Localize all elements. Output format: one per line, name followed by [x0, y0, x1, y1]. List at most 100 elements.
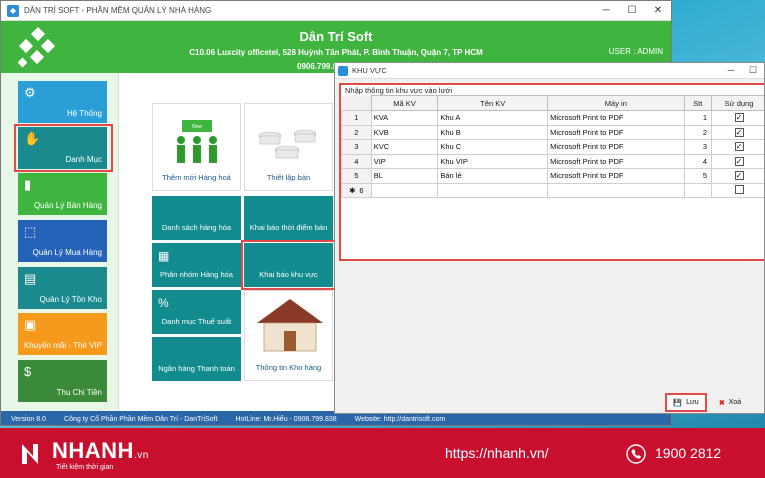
maximize-icon[interactable]: ☐ — [742, 65, 764, 76]
row-number: 4 — [341, 153, 372, 169]
column-header-ma-kv[interactable]: Mã KV — [370, 95, 439, 111]
website-url[interactable]: https://nhanh.vn/ — [445, 445, 549, 461]
sidebar-item-label: Quản Lý Tồn Kho — [39, 295, 102, 304]
cell-may-in[interactable]: Microsoft Print to PDF — [547, 124, 685, 140]
cell-su-dung[interactable]: ✓ — [711, 110, 764, 126]
cell-ten-kv[interactable]: Khu A — [437, 110, 549, 126]
tile-danh-muc-thue-suat[interactable]: % Danh mục Thuế suất — [152, 290, 241, 334]
checked-checkbox-icon[interactable]: ✓ — [734, 142, 744, 152]
cell-stt[interactable] — [683, 182, 713, 198]
selection-highlight — [14, 124, 113, 172]
column-header-stt[interactable]: Stt — [683, 95, 713, 111]
cell-may-in[interactable]: Microsoft Print to PDF — [547, 168, 685, 184]
sidebar-item-quan-ly-ban-hang[interactable]: ▮ Quản Lý Bán Hàng — [18, 173, 107, 215]
checked-checkbox-icon[interactable]: ✓ — [734, 156, 744, 166]
company-address: C10.06 Luxcity officetel, 528 Huỳnh Tấn … — [189, 48, 483, 57]
cell-stt[interactable]: 4 — [683, 153, 713, 169]
grid-caption: Nhập thông tin khu vực vào lưới — [345, 86, 453, 95]
cell-ma-kv[interactable]: KVA — [370, 110, 439, 126]
table-row[interactable]: 2 KVB Khu B Microsoft Print to PDF 2 ✓ — [341, 124, 764, 140]
delete-button[interactable]: ✖ Xoá — [710, 394, 750, 411]
cell-ma-kv[interactable]: VIP — [370, 153, 439, 169]
save-button[interactable]: 💾 Lưu — [665, 393, 707, 412]
save-label: Lưu — [686, 399, 699, 406]
sidebar-item-label: Quản Lý Mua Hàng — [32, 248, 102, 257]
current-user: USER : ADMIN — [608, 47, 663, 56]
table-row[interactable]: 3 KVC Khu C Microsoft Print to PDF 3 ✓ — [341, 139, 764, 155]
sidebar-item-khuyen-mai[interactable]: ▣ Khuyến mãi - Thẻ VIP — [18, 313, 107, 355]
tile-label: Khai báo thời điểm bán — [249, 223, 328, 232]
cell-ma-kv[interactable] — [370, 182, 439, 198]
cell-su-dung[interactable]: ✓ — [711, 168, 764, 184]
cell-may-in[interactable]: Microsoft Print to PDF — [547, 153, 685, 169]
tile-phan-nhom-hang-hoa[interactable]: ▦ Phân nhóm Hàng hóa — [152, 243, 241, 287]
tile-thiet-lap-ban[interactable]: Thiết lập bàn — [244, 103, 333, 191]
footer-website: Website: http://dantrisoft.com — [354, 415, 446, 423]
grid-corner — [341, 95, 372, 111]
sidebar-item-he-thong[interactable]: ⚙ Hệ Thống — [18, 81, 107, 123]
table-row[interactable]: 5 BL Bán lẻ Microsoft Print to PDF 5 ✓ — [341, 168, 764, 184]
table-row[interactable]: 1 KVA Khu A Microsoft Print to PDF 1 ✓ — [341, 110, 764, 126]
table-row[interactable]: ✱ 6 — [341, 182, 764, 198]
phone-icon — [626, 444, 646, 464]
minimize-icon[interactable]: ─ — [593, 1, 619, 21]
unchecked-checkbox-icon[interactable] — [734, 184, 744, 194]
cell-stt[interactable]: 3 — [683, 139, 713, 155]
row-number: 3 — [341, 139, 372, 155]
cell-su-dung[interactable] — [711, 182, 764, 198]
minimize-icon[interactable]: ─ — [720, 65, 742, 76]
bar-chart-icon: ▮ — [24, 177, 32, 192]
cell-may-in[interactable] — [547, 182, 685, 198]
tile-thong-tin-kho-hang[interactable]: Thông tin Kho hàng — [244, 290, 333, 381]
cell-su-dung[interactable]: ✓ — [711, 124, 764, 140]
hotline-number[interactable]: 1900 2812 — [655, 445, 721, 461]
money-icon: $ — [24, 364, 32, 379]
tile-danh-sach-hang-hoa[interactable]: Danh sách hàng hóa — [152, 196, 241, 240]
cell-ten-kv[interactable]: Khu B — [437, 124, 549, 140]
delete-label: Xoá — [728, 399, 742, 406]
sidebar-item-label: Khuyến mãi - Thẻ VIP — [23, 341, 102, 350]
vip-card-icon: ▣ — [24, 317, 37, 332]
cell-stt[interactable]: 1 — [683, 110, 713, 126]
gears-icon: ⚙ — [24, 85, 36, 100]
checked-checkbox-icon[interactable]: ✓ — [734, 113, 744, 123]
checked-checkbox-icon[interactable]: ✓ — [734, 127, 744, 137]
sidebar-item-quan-ly-mua-hang[interactable]: ⬚ Quản Lý Mua Hàng — [18, 220, 107, 262]
cell-su-dung[interactable]: ✓ — [711, 153, 764, 169]
cell-stt[interactable]: 5 — [683, 168, 713, 184]
svg-text:New: New — [192, 124, 202, 130]
tile-selection-highlight — [241, 240, 336, 290]
cell-ma-kv[interactable]: BL — [370, 168, 439, 184]
cell-su-dung[interactable]: ✓ — [711, 139, 764, 155]
column-header-ten-kv[interactable]: Tên KV — [437, 95, 549, 111]
cell-ten-kv[interactable]: Khu C — [437, 139, 549, 155]
tile-khai-bao-thoi-diem-ban[interactable]: Khai báo thời điểm bán — [244, 196, 333, 240]
tile-ngan-hang-thanh-toan[interactable]: Ngân hàng Thanh toán — [152, 337, 241, 381]
checked-checkbox-icon[interactable]: ✓ — [734, 171, 744, 181]
maximize-icon[interactable]: ☐ — [619, 1, 645, 21]
row-number: 5 — [341, 168, 372, 184]
cell-ma-kv[interactable]: KVB — [370, 124, 439, 140]
close-icon[interactable]: ✕ — [645, 1, 671, 21]
tile-label: Danh sách hàng hóa — [161, 223, 232, 232]
column-header-may-in[interactable]: Máy in — [547, 95, 685, 111]
nhanh-logo-icon — [22, 444, 38, 464]
nhanh-banner: NHANH.vn Tiết kiệm thời gian https://nha… — [0, 428, 765, 478]
cell-stt[interactable]: 2 — [683, 124, 713, 140]
tile-them-moi-hang-hoa[interactable]: New Thêm mới Hàng hoá — [152, 103, 241, 191]
column-header-su-dung[interactable]: Sử dụng — [711, 95, 764, 111]
window-title: DÂN TRÍ SOFT - PHẦN MỀM QUẢN LÝ NHÀ HÀNG — [24, 6, 212, 15]
sidebar-item-thu-chi-tien[interactable]: $ Thu Chi Tiền — [18, 360, 107, 402]
floppy-disk-icon: 💾 — [673, 399, 683, 407]
footer-company: Công ty Cổ Phần Phần Mềm Dân Trí - DanTr… — [64, 415, 218, 423]
cell-may-in[interactable]: Microsoft Print to PDF — [547, 110, 685, 126]
cell-may-in[interactable]: Microsoft Print to PDF — [547, 139, 685, 155]
cell-ten-kv[interactable]: Bán lẻ — [437, 168, 549, 184]
inventory-icon: ▤ — [24, 271, 37, 286]
cell-ma-kv[interactable]: KVC — [370, 139, 439, 155]
cell-ten-kv[interactable] — [437, 182, 549, 198]
table-row[interactable]: 4 VIP Khu VIP Microsoft Print to PDF 4 ✓ — [341, 153, 764, 169]
sidebar-item-quan-ly-ton-kho[interactable]: ▤ Quản Lý Tồn Kho — [18, 267, 107, 309]
cell-ten-kv[interactable]: Khu VIP — [437, 153, 549, 169]
area-grid-panel: Nhập thông tin khu vực vào lưới Mã KV Tê… — [339, 83, 764, 261]
